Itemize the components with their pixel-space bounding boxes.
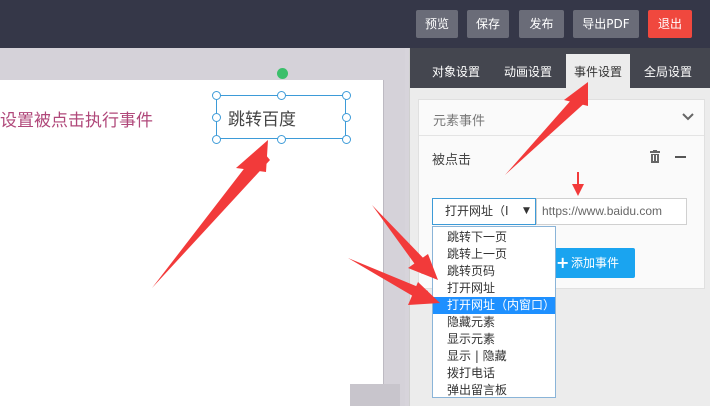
arrow-to-event-tab <box>505 82 588 175</box>
arrow-to-dropdown-option <box>372 205 438 280</box>
arrow-to-url-input <box>572 172 584 196</box>
arrow-to-selected-element <box>152 140 270 288</box>
annotation-arrows <box>152 82 588 305</box>
